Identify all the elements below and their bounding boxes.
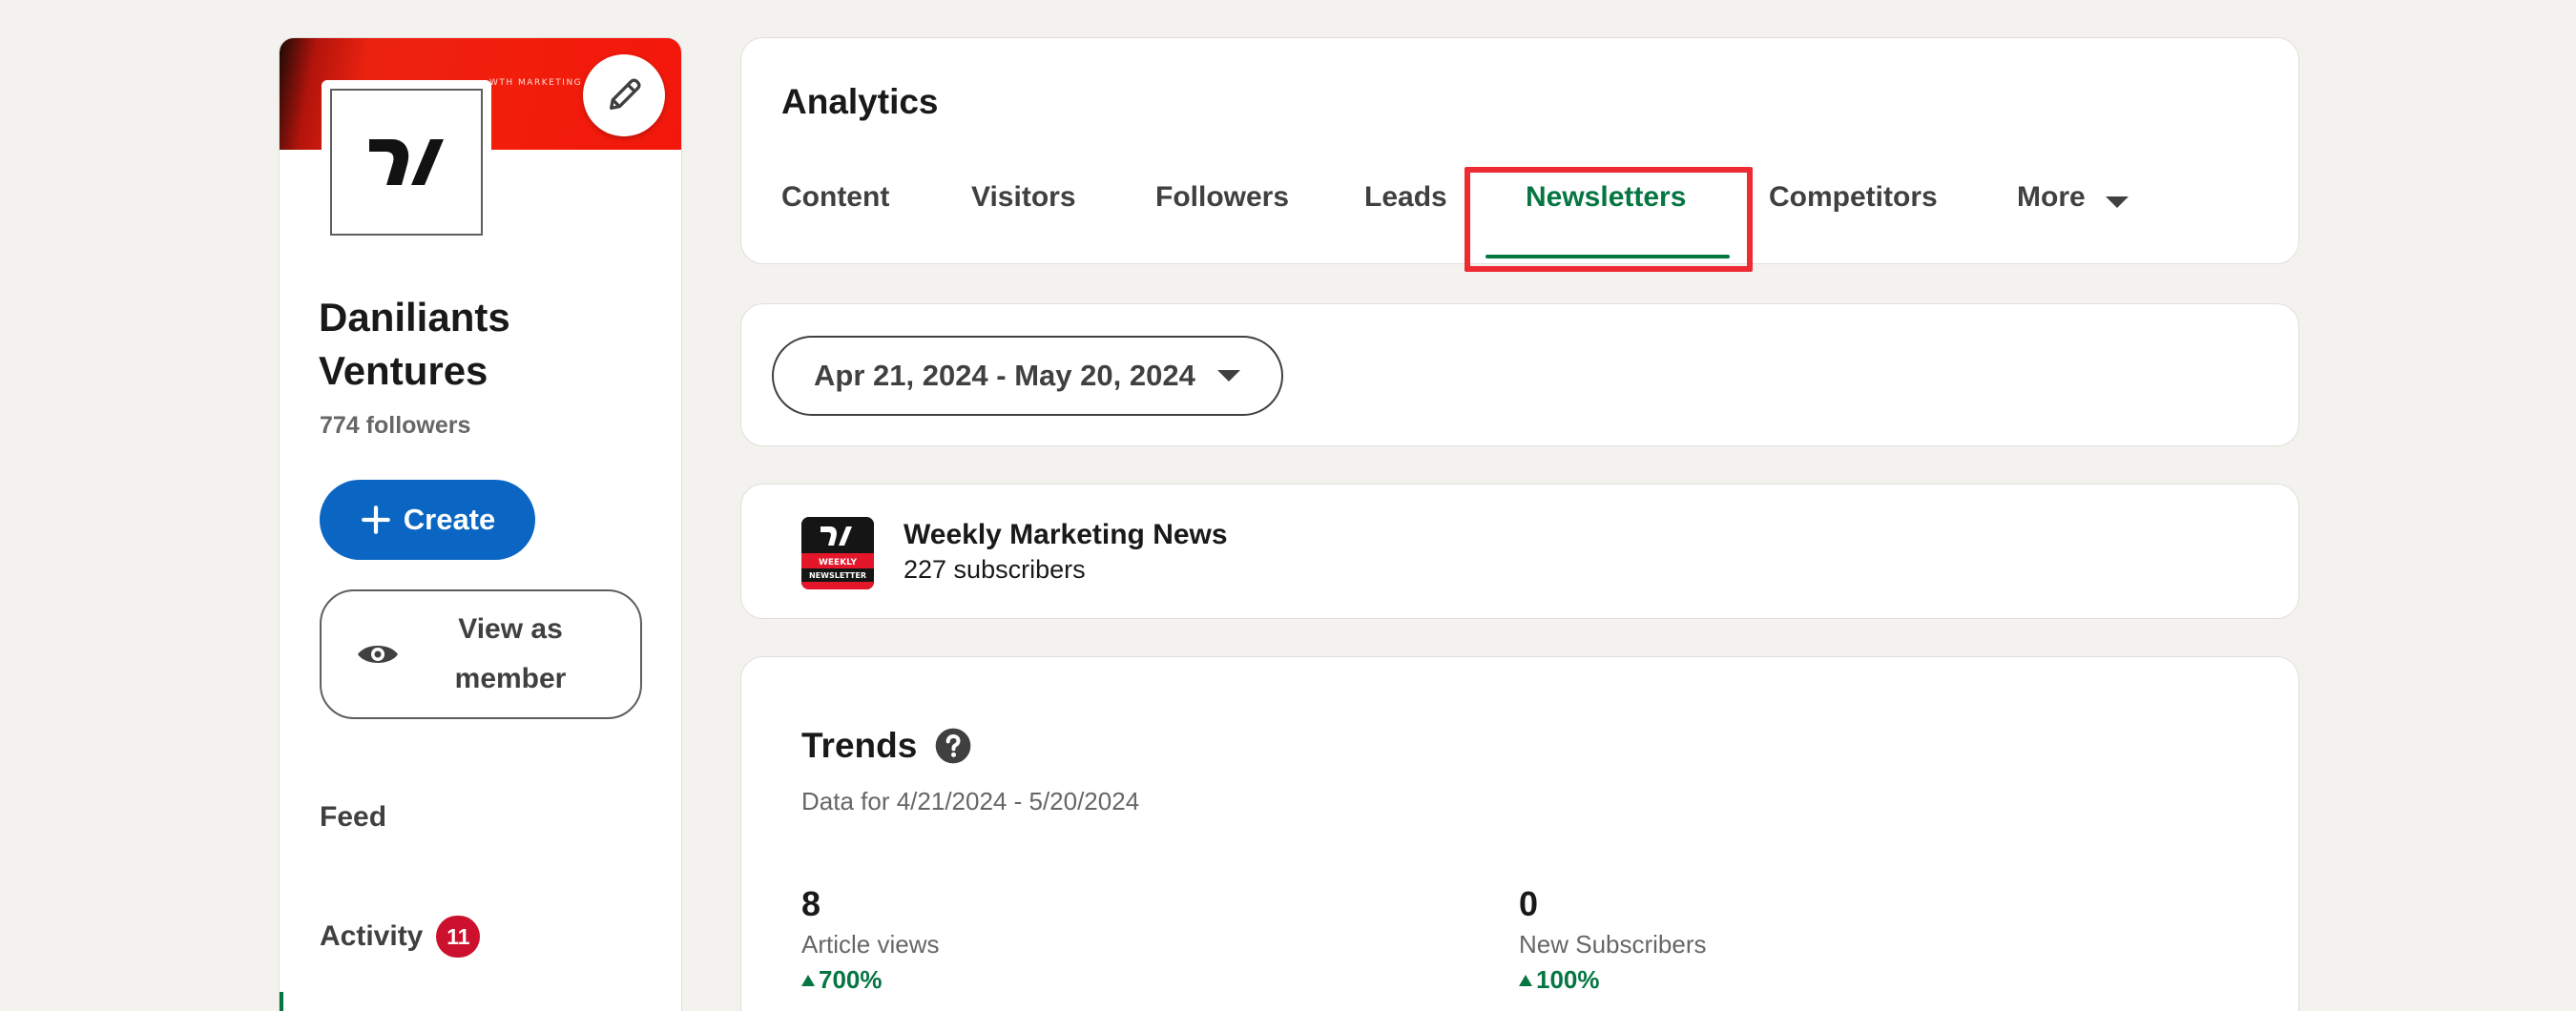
analytics-tabs: Content Visitors Followers Leads Newslet… <box>741 181 2298 265</box>
triangle-up-icon <box>801 974 815 986</box>
sidebar-item-activity[interactable]: Activity 11 <box>320 916 481 958</box>
notification-badge: 11 <box>436 916 481 958</box>
follower-count[interactable]: 774 followers <box>320 412 470 440</box>
metric-change: 700% <box>801 965 939 995</box>
pencil-icon <box>610 78 641 111</box>
metric-label: Article views <box>801 930 940 959</box>
newsletter-logo-icon: WEEKLY NEWSLETTER <box>801 517 874 589</box>
metric-change-value: 100% <box>1536 965 1600 994</box>
newsletter-title[interactable]: Weekly Marketing News <box>904 519 1228 551</box>
company-name[interactable]: Daniliants Ventures <box>319 291 643 398</box>
sidebar-item-label: Activity <box>320 920 424 952</box>
page-title: Analytics <box>781 82 939 121</box>
metric-change-value: 700% <box>819 965 883 994</box>
company-sidebar: WTH MARKETING A Daniliants Ventures 774 … <box>279 37 682 1011</box>
metric-article-views: 8 Article views 700% <box>801 884 939 995</box>
date-range-card: Apr 21, 2024 - May 20, 2024 <box>740 303 2299 446</box>
create-button[interactable]: Create <box>320 480 535 560</box>
newsletter-subscribers: 227 subscribers <box>904 555 1086 584</box>
company-logo[interactable] <box>322 80 491 244</box>
trends-card: Trends Data for 4/21/2024 - 5/20/2024 8 … <box>740 656 2299 1011</box>
view-as-member-label: View as member <box>454 613 567 694</box>
plus-icon <box>361 506 390 534</box>
analytics-header-card: Analytics Content Visitors Followers Lea… <box>740 37 2299 272</box>
date-range-label: Apr 21, 2024 - May 20, 2024 <box>814 359 1195 392</box>
tab-followers[interactable]: Followers <box>1155 181 1289 265</box>
newsletter-thumbnail[interactable]: WEEKLY NEWSLETTER <box>801 517 874 589</box>
create-button-label: Create <box>403 503 496 536</box>
cover-tagline: WTH MARKETING A <box>489 78 594 88</box>
trends-heading: Trends <box>801 726 972 766</box>
edit-page-button[interactable] <box>583 54 665 136</box>
sidebar-item-label: Feed <box>320 801 387 833</box>
dv-logo-icon <box>369 139 444 185</box>
view-as-member-button[interactable]: View as member <box>320 589 642 719</box>
metric-label: New Subscribers <box>1519 930 1707 959</box>
metric-value: 0 <box>1519 884 1539 923</box>
tab-newsletters[interactable]: Newsletters <box>1526 181 1686 265</box>
trends-date-range: Data for 4/21/2024 - 5/20/2024 <box>801 787 1140 815</box>
sidebar-item-feed[interactable]: Feed <box>320 801 386 834</box>
trends-title: Trends <box>801 726 918 765</box>
question-circle-icon[interactable] <box>934 727 972 765</box>
caret-down-icon <box>1216 370 1240 382</box>
tab-more-label: More <box>2017 181 2086 213</box>
tab-leads[interactable]: Leads <box>1364 181 1447 265</box>
caret-down-icon <box>2105 196 2129 208</box>
tab-content[interactable]: Content <box>781 181 889 265</box>
nav-active-indicator <box>280 992 283 1011</box>
tab-more[interactable]: More <box>2017 181 2129 265</box>
date-range-dropdown[interactable]: Apr 21, 2024 - May 20, 2024 <box>772 336 1283 416</box>
active-tab-indicator <box>1485 255 1730 258</box>
metric-value: 8 <box>801 884 821 923</box>
thumb-line2: NEWSLETTER <box>809 571 866 580</box>
tab-competitors[interactable]: Competitors <box>1769 181 1938 265</box>
metric-new-subscribers: 0 New Subscribers 100% <box>1519 884 1707 995</box>
eye-icon <box>358 646 398 663</box>
tab-visitors[interactable]: Visitors <box>971 181 1076 265</box>
triangle-up-icon <box>1519 974 1532 986</box>
metric-change: 100% <box>1519 965 1707 995</box>
thumb-line1: WEEKLY <box>819 558 858 567</box>
newsletter-card: WEEKLY NEWSLETTER Weekly Marketing News … <box>740 484 2299 619</box>
